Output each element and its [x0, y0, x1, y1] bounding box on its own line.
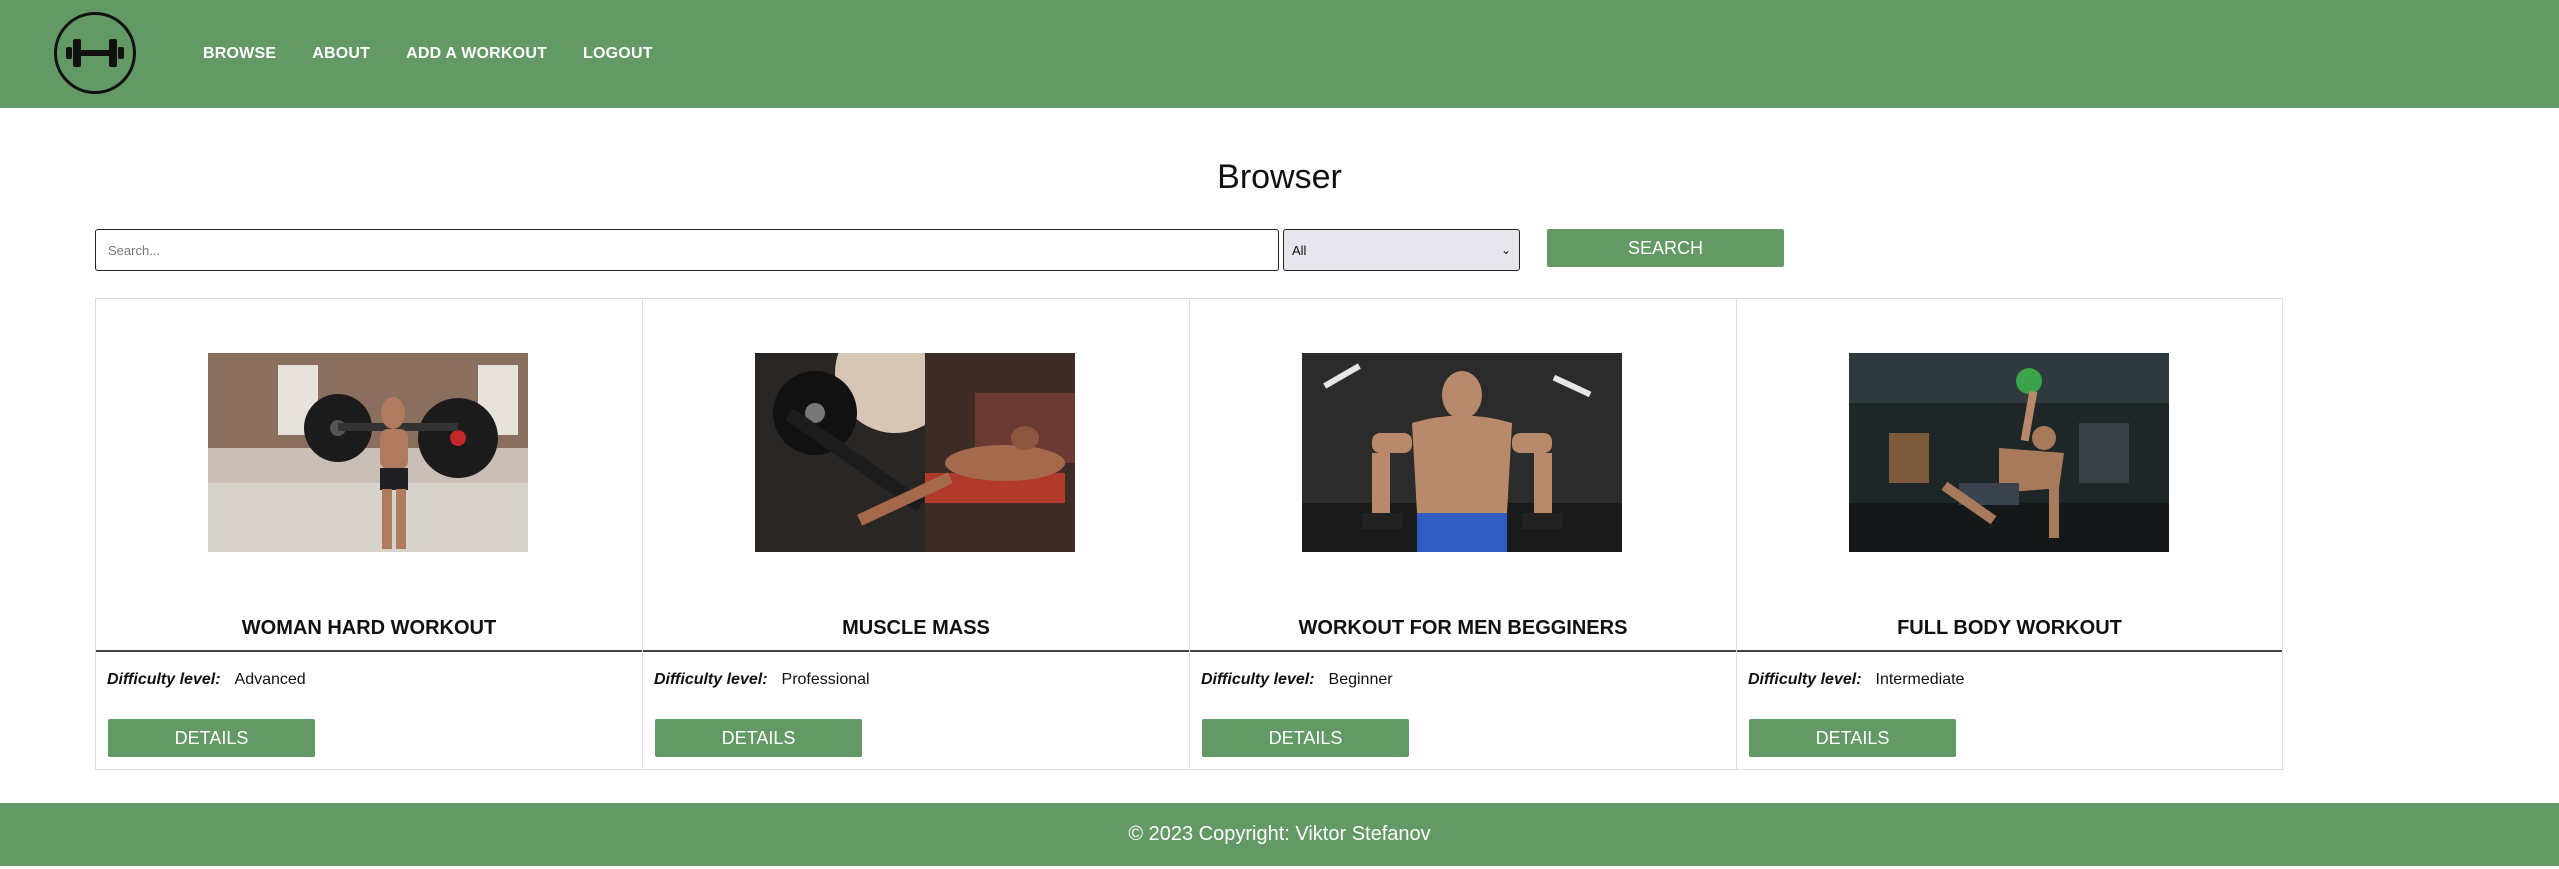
search-button[interactable]: SEARCH [1547, 229, 1784, 267]
nav-add-workout-link[interactable]: ADD A WORKOUT [406, 45, 547, 63]
difficulty-info: Difficulty level: Advanced [107, 671, 306, 689]
nav-logout-link[interactable]: LOGOUT [583, 45, 653, 63]
workout-card: WORKOUT FOR MEN BEGGINERS Difficulty lev… [1189, 298, 1736, 770]
footer: © 2023 Copyright: Viktor Stefanov [0, 803, 2559, 866]
filter-selected-value: All [1292, 242, 1307, 258]
workout-image-kettlebell[interactable] [1849, 353, 2169, 552]
card-divider [1190, 650, 1736, 652]
card-divider [96, 650, 642, 652]
difficulty-value: Professional [781, 671, 870, 688]
difficulty-label: Difficulty level: [1201, 671, 1315, 688]
difficulty-info: Difficulty level: Intermediate [1748, 671, 1964, 689]
difficulty-label: Difficulty level: [654, 671, 768, 688]
workout-card: FULL BODY WORKOUT Difficulty level: Inte… [1736, 298, 2283, 770]
workout-card: MUSCLE MASS Difficulty level: Profession… [642, 298, 1189, 770]
nav-about-link[interactable]: ABOUT [312, 45, 370, 63]
workout-image-muscular-man[interactable] [1302, 353, 1622, 552]
page-title: Browser [1217, 158, 1342, 196]
details-button[interactable]: DETAILS [1749, 719, 1956, 757]
card-divider [643, 650, 1189, 652]
difficulty-label: Difficulty level: [1748, 671, 1862, 688]
top-navbar: BROWSE ABOUT ADD A WORKOUT LOGOUT [0, 0, 2559, 108]
search-input[interactable] [95, 229, 1279, 271]
card-title: FULL BODY WORKOUT [1897, 617, 2122, 639]
difficulty-label: Difficulty level: [107, 671, 221, 688]
details-button[interactable]: DETAILS [108, 719, 315, 757]
copyright-text: © 2023 Copyright: Viktor Stefanov [1128, 823, 1431, 845]
difficulty-filter-select[interactable]: All ⌄ [1283, 229, 1520, 271]
difficulty-info: Difficulty level: Professional [654, 671, 870, 689]
workout-card: WOMAN HARD WORKOUT Difficulty level: Adv… [95, 298, 642, 770]
difficulty-info: Difficulty level: Beginner [1201, 671, 1393, 689]
card-title: WOMAN HARD WORKOUT [241, 617, 497, 639]
workout-image-woman-barbell[interactable] [208, 353, 528, 552]
nav-browse-link[interactable]: BROWSE [203, 45, 276, 63]
dumbbell-logo-icon[interactable] [54, 12, 136, 94]
difficulty-value: Beginner [1328, 671, 1393, 688]
difficulty-value: Advanced [234, 671, 306, 688]
workout-cards-grid: WOMAN HARD WORKOUT Difficulty level: Adv… [95, 298, 2283, 770]
card-title: MUSCLE MASS [842, 617, 990, 639]
chevron-down-icon: ⌄ [1500, 243, 1511, 257]
details-button[interactable]: DETAILS [655, 719, 862, 757]
card-divider [1737, 650, 2282, 652]
workout-image-leg-press[interactable] [755, 353, 1075, 552]
difficulty-value: Intermediate [1875, 671, 1965, 688]
card-title: WORKOUT FOR MEN BEGGINERS [1298, 617, 1628, 639]
main-nav: BROWSE ABOUT ADD A WORKOUT LOGOUT [203, 0, 653, 108]
details-button[interactable]: DETAILS [1202, 719, 1409, 757]
